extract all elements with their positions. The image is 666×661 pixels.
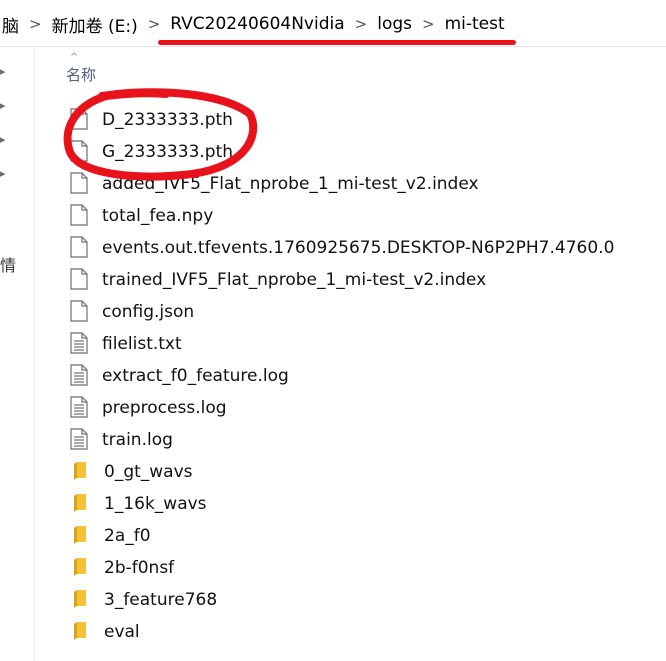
chevron-right-icon[interactable]: > <box>21 15 50 33</box>
breadcrumb-item-logs[interactable]: logs <box>375 14 414 34</box>
chevron-right-icon[interactable]: ▸ <box>0 99 10 113</box>
list-item[interactable]: 3_feature768 <box>66 584 614 616</box>
file-name: 3_feature768 <box>104 590 218 610</box>
file-name: 2a_f0 <box>104 526 151 546</box>
file-name: trained_IVF5_Flat_nprobe_1_mi-test_v2.in… <box>102 270 487 290</box>
chevron-up-icon[interactable]: ^ <box>70 52 78 63</box>
folder-icon <box>66 460 94 484</box>
file-name: extract_f0_feature.log <box>102 366 289 386</box>
column-header-name[interactable]: 名称 <box>66 64 96 85</box>
breadcrumb-item-current[interactable]: mi-test <box>443 14 507 34</box>
file-name: total_fea.npy <box>102 206 214 226</box>
blank-file-icon <box>66 204 92 228</box>
file-name: 2b-f0nsf <box>104 558 175 578</box>
list-item[interactable]: config.json <box>66 296 614 328</box>
blank-file-icon <box>66 300 92 324</box>
chevron-right-icon[interactable]: > <box>140 15 169 33</box>
blank-file-icon <box>66 108 92 132</box>
list-item[interactable]: events.out.tfevents.1760925675.DESKTOP-N… <box>66 232 614 264</box>
list-item[interactable]: trained_IVF5_Flat_nprobe_1_mi-test_v2.in… <box>66 264 614 296</box>
chevron-right-icon[interactable]: > <box>347 15 376 33</box>
folder-icon <box>66 524 94 548</box>
breadcrumb-item-drive[interactable]: 新加卷 (E:) <box>50 12 140 37</box>
file-name: config.json <box>102 302 195 322</box>
list-item[interactable]: 2a_f0 <box>66 520 614 552</box>
file-name: filelist.txt <box>102 334 182 354</box>
breadcrumb-item-computer[interactable]: 脑 <box>0 12 21 37</box>
file-name: D_2333333.pth <box>102 110 233 130</box>
chevron-right-icon[interactable]: > <box>414 15 443 33</box>
list-item[interactable]: total_fea.npy <box>66 200 614 232</box>
file-name: 0_gt_wavs <box>104 462 193 482</box>
list-item[interactable]: 1_16k_wavs <box>66 488 614 520</box>
list-item[interactable]: preprocess.log <box>66 392 614 424</box>
file-name: eval <box>104 622 140 642</box>
address-bar[interactable]: 脑 > 新加卷 (E:) > RVC20240604Nvidia > logs … <box>0 0 666 47</box>
folder-icon <box>66 556 94 580</box>
chevron-right-icon[interactable]: ▸ <box>0 167 10 181</box>
nav-item-fragment[interactable]: 情 <box>0 252 16 276</box>
red-underline-annotation <box>158 40 516 45</box>
blank-file-icon <box>66 268 92 292</box>
chevron-right-icon[interactable]: ▸ <box>0 65 10 79</box>
list-item[interactable]: eval <box>66 616 614 648</box>
file-name: G_2333333.pth <box>102 142 234 162</box>
blank-file-icon <box>66 140 92 164</box>
file-name: events.out.tfevents.1760925675.DESKTOP-N… <box>102 238 615 258</box>
text-file-icon <box>66 428 92 452</box>
folder-icon <box>66 620 94 644</box>
list-item[interactable]: G_2333333.pth <box>66 136 614 168</box>
folder-icon <box>66 588 94 612</box>
list-item[interactable]: train.log <box>66 424 614 456</box>
list-item[interactable]: added_IVF5_Flat_nprobe_1_mi-test_v2.inde… <box>66 168 614 200</box>
file-name: added_IVF5_Flat_nprobe_1_mi-test_v2.inde… <box>102 174 479 194</box>
breadcrumb: 脑 > 新加卷 (E:) > RVC20240604Nvidia > logs … <box>0 10 507 38</box>
file-name: 1_16k_wavs <box>104 494 207 514</box>
list-item[interactable]: D_2333333.pth <box>66 104 614 136</box>
text-file-icon <box>66 396 92 420</box>
file-list: D_2333333.pth G_2333333.pth added_IVF5_Fla… <box>66 104 614 648</box>
text-file-icon <box>66 364 92 388</box>
text-file-icon <box>66 332 92 356</box>
breadcrumb-item-project[interactable]: RVC20240604Nvidia <box>168 14 346 34</box>
folder-icon <box>66 492 94 516</box>
list-item[interactable]: extract_f0_feature.log <box>66 360 614 392</box>
file-name: train.log <box>102 430 173 450</box>
list-item[interactable]: 2b-f0nsf <box>66 552 614 584</box>
blank-file-icon <box>66 236 92 260</box>
file-name: preprocess.log <box>102 398 227 418</box>
list-item[interactable]: filelist.txt <box>66 328 614 360</box>
blank-file-icon <box>66 172 92 196</box>
file-explorer-window: 脑 > 新加卷 (E:) > RVC20240604Nvidia > logs … <box>0 0 666 661</box>
navigation-pane: ▸ ▸ ▸ ▸ 情 <box>0 47 35 661</box>
list-item[interactable]: 0_gt_wavs <box>66 456 614 488</box>
chevron-right-icon[interactable]: ▸ <box>0 133 10 147</box>
